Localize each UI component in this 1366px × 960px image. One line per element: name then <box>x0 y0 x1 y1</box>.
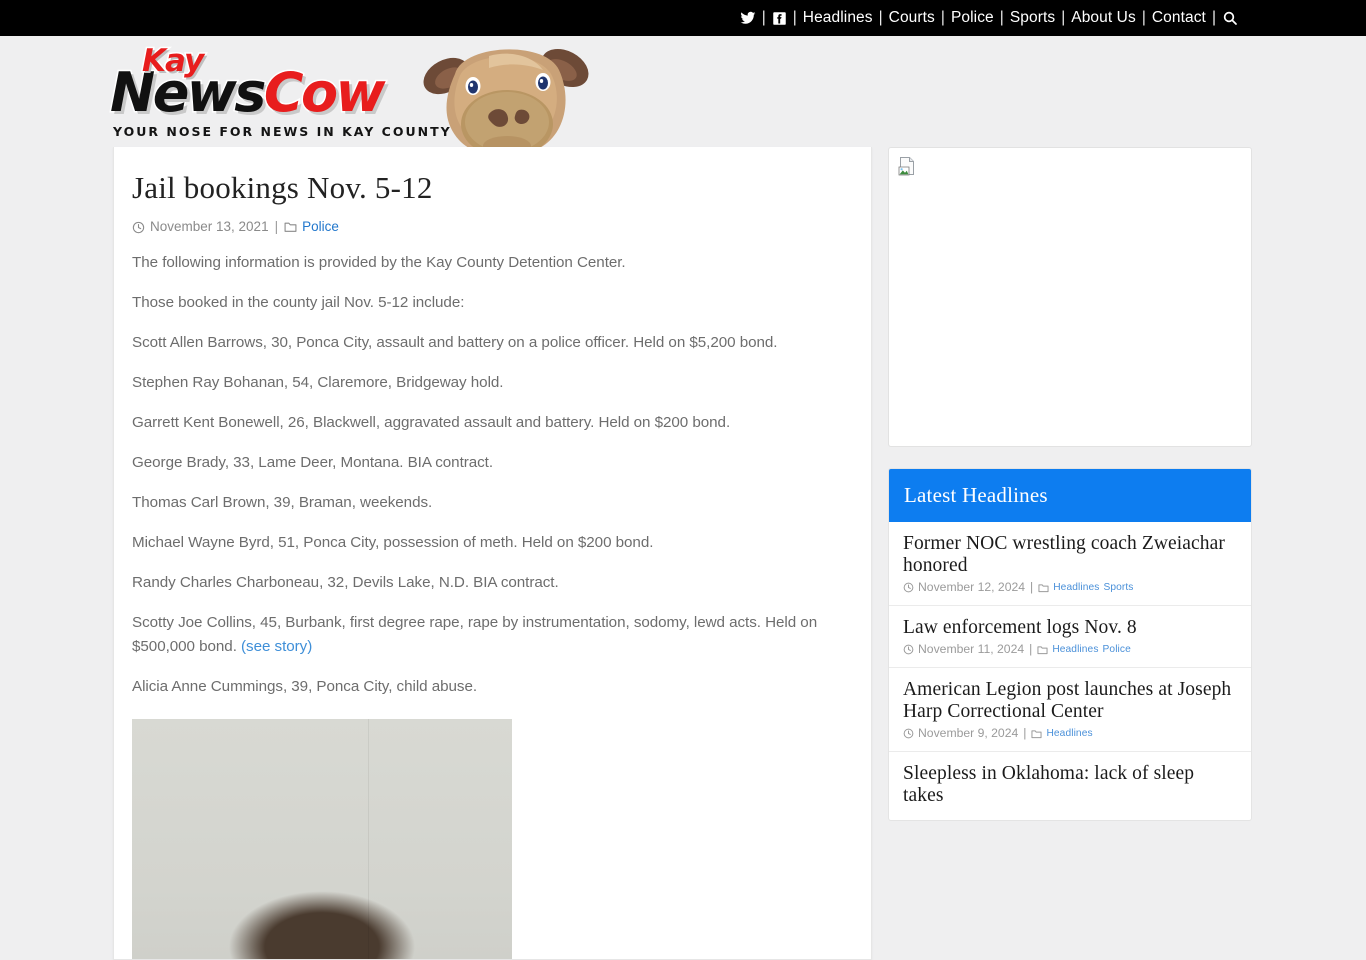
nav-link-sports[interactable]: Sports <box>1010 0 1055 36</box>
page-title: Jail bookings Nov. 5-12 <box>132 170 433 205</box>
broken-image-icon <box>898 157 914 176</box>
article-paragraph: Stephen Ray Bohanan, 54, Claremore, Brid… <box>132 374 504 391</box>
list-item[interactable]: American Legion post launches at Joseph … <box>889 668 1251 752</box>
logo-tagline: YOUR NOSE FOR NEWS IN KAY COUNTY <box>113 124 452 139</box>
list-item[interactable]: Former NOC wrestling coach Zweiachar hon… <box>889 522 1251 606</box>
article-paragraph: George Brady, 33, Lame Deer, Montana. BI… <box>132 454 494 471</box>
nav-link-police[interactable]: Police <box>951 0 994 36</box>
article-paragraph: Scotty Joe Collins, 45, Burbank, first d… <box>132 611 853 659</box>
widget-header: Latest Headlines <box>889 469 1251 522</box>
cow-head-icon <box>423 48 589 158</box>
latest-headlines-widget: Latest Headlines Former NOC wrestling co… <box>888 468 1252 821</box>
headline-link[interactable]: Sleepless in Oklahoma: lack of sleep tak… <box>903 763 1237 807</box>
nav-separator: | <box>940 9 945 26</box>
list-item[interactable]: Sleepless in Oklahoma: lack of sleep tak… <box>889 752 1251 820</box>
article-paragraph: The following information is provided by… <box>132 254 626 271</box>
nav-separator: | <box>792 9 797 26</box>
category-link[interactable]: Sports <box>1103 580 1133 595</box>
clock-icon <box>903 644 914 655</box>
mugshot-photo <box>132 719 512 959</box>
meta-separator: | <box>1029 642 1033 656</box>
nav-link-courts[interactable]: Courts <box>889 0 935 36</box>
meta-separator: | <box>1023 726 1027 740</box>
article-paragraph: Scott Allen Barrows, 30, Ponca City, ass… <box>132 334 778 351</box>
site-logo[interactable]: Kay NewsCow YOUR NOSE FOR NEWS IN KAY CO… <box>109 36 590 158</box>
facebook-icon[interactable] <box>772 11 787 26</box>
nav-separator: | <box>878 9 883 26</box>
category-link[interactable]: Police <box>1103 642 1131 657</box>
folder-icon <box>1031 729 1042 739</box>
headline-date: November 12, 2024 <box>918 580 1026 594</box>
sidebar: Latest Headlines Former NOC wrestling co… <box>888 147 1252 821</box>
meta-separator: | <box>1030 580 1034 594</box>
nav-separator: | <box>999 9 1004 26</box>
nav-separator: | <box>761 9 766 26</box>
clock-icon <box>903 728 914 739</box>
article-paragraph: Randy Charles Charboneau, 32, Devils Lak… <box>132 574 559 591</box>
headline-link[interactable]: American Legion post launches at Joseph … <box>903 679 1237 723</box>
headline-link[interactable]: Former NOC wrestling coach Zweiachar hon… <box>903 533 1237 577</box>
search-icon[interactable] <box>1222 10 1238 26</box>
article-paragraph: Michael Wayne Byrd, 51, Ponca City, poss… <box>132 534 654 551</box>
category-link[interactable]: Headlines <box>1052 642 1098 657</box>
article-paragraph: Alicia Anne Cummings, 39, Ponca City, ch… <box>132 678 478 695</box>
article-paragraph: Those booked in the county jail Nov. 5-1… <box>132 294 465 311</box>
category-link[interactable]: Headlines <box>1053 580 1099 595</box>
article-paragraph: Garrett Kent Bonewell, 26, Blackwell, ag… <box>132 414 731 431</box>
photo-wall-seam <box>367 719 369 959</box>
article-paragraph: Thomas Carl Brown, 39, Braman, weekends. <box>132 494 433 511</box>
headline-meta: November 11, 2024 | Headlines Police <box>903 642 1237 657</box>
top-navigation-bar: | | Headlines | Courts | Police | Sports… <box>0 0 1366 36</box>
article: Jail bookings Nov. 5-12 November 13, 202… <box>114 147 871 959</box>
article-date: November 13, 2021 <box>150 219 269 234</box>
article-paragraph-text: Scotty Joe Collins, 45, Burbank, first d… <box>132 614 818 655</box>
headline-link[interactable]: Law enforcement logs Nov. 8 <box>903 617 1237 639</box>
nav-link-headlines[interactable]: Headlines <box>803 0 873 36</box>
twitter-icon[interactable] <box>740 10 756 26</box>
headline-categories: Headlines Police <box>1052 642 1131 657</box>
headline-date: November 11, 2024 <box>918 642 1025 656</box>
advertisement-placeholder[interactable] <box>888 147 1252 447</box>
masthead: Kay NewsCow YOUR NOSE FOR NEWS IN KAY CO… <box>0 36 1366 158</box>
headline-categories: Headlines <box>1046 726 1092 741</box>
main-content-card: Jail bookings Nov. 5-12 November 13, 202… <box>113 147 872 960</box>
logo-cow-text: Cow <box>262 61 387 124</box>
headline-categories: Headlines Sports <box>1053 580 1133 595</box>
article-meta: November 13, 2021 | Police <box>132 219 853 235</box>
nav-link-contact[interactable]: Contact <box>1152 0 1206 36</box>
clock-icon <box>132 221 145 234</box>
headline-meta: November 12, 2024 | Headlines Sports <box>903 580 1237 595</box>
folder-icon <box>284 221 297 233</box>
headline-meta: November 9, 2024 | Headlines <box>903 726 1237 741</box>
folder-icon <box>1038 583 1049 593</box>
list-item[interactable]: Law enforcement logs Nov. 8 November 11,… <box>889 606 1251 668</box>
folder-icon <box>1037 645 1048 655</box>
see-story-link[interactable]: (see story) <box>241 638 312 655</box>
nav-separator: | <box>1141 9 1146 26</box>
article-category-link[interactable]: Police <box>302 219 339 235</box>
logo-kay-text: Kay <box>140 42 205 81</box>
nav-links: | | Headlines | Courts | Police | Sports… <box>740 0 1238 36</box>
clock-icon <box>903 582 914 593</box>
headline-date: November 9, 2024 <box>918 726 1019 740</box>
nav-separator: | <box>1061 9 1066 26</box>
nav-separator: | <box>1211 9 1216 26</box>
category-link[interactable]: Headlines <box>1046 726 1092 741</box>
widget-title: Latest Headlines <box>904 483 1048 507</box>
logo-wordmark: Kay NewsCow YOUR NOSE FOR NEWS IN KAY CO… <box>109 38 450 140</box>
meta-separator: | <box>274 219 279 234</box>
nav-link-about-us[interactable]: About Us <box>1071 0 1136 36</box>
page-body: Jail bookings Nov. 5-12 November 13, 202… <box>0 147 1366 960</box>
